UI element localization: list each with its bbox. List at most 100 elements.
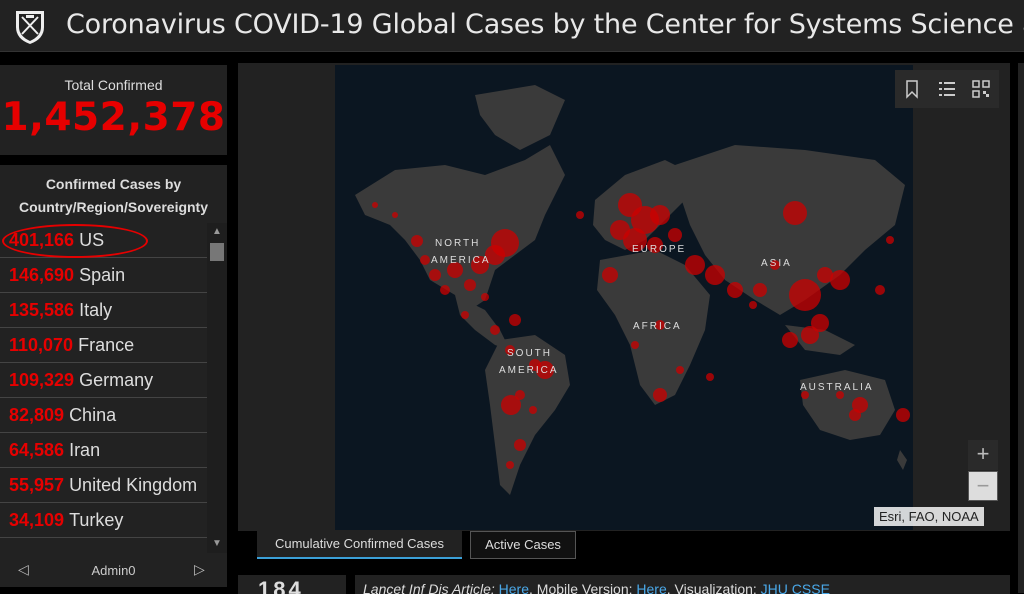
header-bar: Coronavirus COVID-19 Global Cases by the… [0, 0, 1024, 52]
case-bubble [783, 201, 807, 225]
country-list-item[interactable]: 55,957 United Kingdom [0, 468, 207, 503]
case-bubble [753, 283, 767, 297]
jhu-shield-logo [16, 11, 44, 44]
case-bubble [782, 332, 798, 348]
page-title: Coronavirus COVID-19 Global Cases by the… [66, 9, 1024, 40]
country-list-scrollbar[interactable]: ▲ ▼ [207, 223, 227, 553]
total-confirmed-label: Total Confirmed [64, 77, 163, 93]
map-label-north-america: AMERICA [431, 255, 491, 266]
case-bubble [464, 279, 476, 291]
country-list-item[interactable]: 401,166 US [0, 223, 207, 258]
tab-active-cases[interactable]: Active Cases [470, 531, 576, 559]
case-count: 34,109 [9, 510, 65, 530]
map-label-australia: AUSTRALIA [800, 382, 874, 393]
scroll-down-arrow-icon[interactable]: ▼ [210, 537, 224, 551]
case-bubble [727, 282, 743, 298]
case-bubble [576, 211, 584, 219]
case-bubble [886, 236, 894, 244]
case-bubble [653, 388, 667, 402]
case-bubble [392, 212, 398, 218]
country-list-item[interactable]: 34,109 Turkey [0, 503, 207, 538]
case-bubble [440, 285, 450, 295]
map-label-europe: EUROPE [632, 244, 687, 255]
case-bubble [685, 255, 705, 275]
world-map[interactable]: NORTH AMERICA EUROPE ASIA AFRICA SOUTH A… [335, 65, 913, 530]
case-count: 109,329 [9, 370, 75, 390]
case-count: 55,957 [9, 475, 65, 495]
tab-cumulative-confirmed-cases[interactable]: Cumulative Confirmed Cases [257, 531, 462, 559]
scroll-up-arrow-icon[interactable]: ▲ [210, 225, 224, 239]
country-list-panel: Confirmed Cases by Country/Region/Sovere… [0, 165, 227, 555]
case-bubble [602, 267, 618, 283]
country-list-item[interactable]: 109,329 Germany [0, 363, 207, 398]
qr-code-icon[interactable] [971, 79, 991, 99]
viz-link[interactable]: JHU CSSE [761, 581, 830, 594]
bottom-count-value: 184 [258, 577, 304, 594]
case-bubble [618, 193, 642, 217]
country-list-item[interactable]: 82,809 China [0, 398, 207, 433]
right-panel-edge [1018, 63, 1024, 593]
map-toolbar [895, 70, 999, 108]
case-count: 82,809 [9, 405, 65, 425]
case-bubble [830, 270, 850, 290]
map-label-south-america: SOUTH [507, 348, 552, 359]
case-bubble [490, 325, 500, 335]
total-confirmed-panel: Total Confirmed 1,452,378 [0, 65, 227, 155]
map-attribution: Esri, FAO, NOAA [874, 507, 984, 526]
zoom-in-button[interactable]: + [968, 440, 998, 470]
case-bubble [501, 395, 521, 415]
pager-label: Admin0 [91, 563, 136, 578]
country-name: Italy [79, 300, 113, 320]
country-list-header-line2: Country/Region/Sovereignty [18, 199, 209, 215]
case-bubble [411, 235, 423, 247]
case-bubble [631, 341, 639, 349]
case-bubble [429, 269, 441, 281]
mobile-prefix: . Mobile Version: [529, 581, 637, 594]
country-name: China [69, 405, 117, 425]
case-bubble [610, 220, 630, 240]
country-name: Spain [79, 265, 126, 285]
country-name: Turkey [69, 510, 124, 530]
case-bubble [875, 285, 885, 295]
case-count: 401,166 [9, 230, 75, 250]
country-list[interactable]: 401,166 US 146,690 Spain 135,586 Italy 110,… [0, 223, 207, 551]
bookmark-icon[interactable] [902, 79, 922, 99]
zoom-out-button[interactable]: − [968, 471, 998, 501]
country-list-item[interactable]: 146,690 Spain [0, 258, 207, 293]
legend-list-icon[interactable] [937, 79, 957, 99]
case-bubble [896, 408, 910, 422]
case-bubble [461, 311, 469, 319]
landmass-group [355, 85, 907, 495]
country-list-item[interactable]: 64,586 Iran [0, 433, 207, 468]
country-name: France [78, 335, 135, 355]
article-prefix: Lancet Inf Dis Article: [363, 581, 499, 594]
case-bubble [420, 255, 430, 265]
country-list-header: Confirmed Cases by Country/Region/Sovere… [0, 173, 227, 219]
country-name: Iran [69, 440, 101, 460]
map-label-north-america: NORTH [435, 238, 481, 249]
country-name: US [79, 230, 105, 250]
map-label-south-america: AMERICA [499, 365, 559, 376]
case-bubble [506, 461, 514, 469]
map-panel: NORTH AMERICA EUROPE ASIA AFRICA SOUTH A… [238, 63, 1010, 531]
case-bubble [529, 406, 537, 414]
case-count: 146,690 [9, 265, 75, 285]
scroll-thumb[interactable] [210, 243, 224, 261]
bottom-left-panel: 184 [238, 575, 346, 594]
mobile-link[interactable]: Here [636, 581, 666, 594]
case-bubble [481, 293, 489, 301]
total-confirmed-value: 1,452,378 [1, 95, 226, 140]
case-bubble [668, 228, 682, 242]
case-bubble [372, 202, 378, 208]
country-list-item[interactable]: 110,070 France [0, 328, 207, 363]
case-count: 110,070 [9, 335, 74, 355]
pager-next-icon[interactable]: ▷ [194, 561, 205, 578]
case-bubble [811, 314, 829, 332]
world-map-graphic [355, 85, 910, 495]
case-bubble [514, 439, 526, 451]
country-name: United Kingdom [69, 475, 198, 495]
case-bubble [676, 366, 684, 374]
list-pager: ◁ Admin0 ▷ [0, 555, 227, 587]
article-link[interactable]: Here [499, 581, 529, 594]
country-list-item[interactable]: 135,586 Italy [0, 293, 207, 328]
